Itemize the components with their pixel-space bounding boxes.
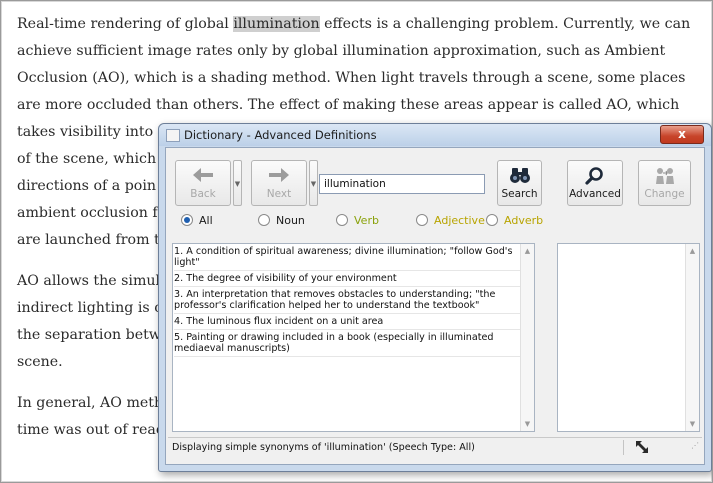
radio-label: All: [199, 214, 213, 227]
synonyms-scrollbar[interactable]: ▲ ▼: [685, 244, 699, 431]
arrow-right-icon: [252, 167, 306, 187]
scroll-up-icon[interactable]: ▲: [521, 247, 534, 255]
scroll-down-icon[interactable]: ▼: [521, 420, 534, 428]
text-span: effects is a challenging problem. Curren…: [319, 16, 691, 32]
highlighted-word[interactable]: illumination: [233, 16, 320, 32]
radio-unselected-icon: [416, 214, 428, 226]
close-button[interactable]: x: [660, 125, 704, 144]
radio-label: Adverb: [504, 214, 544, 227]
synonyms-panel[interactable]: ▲ ▼: [557, 243, 700, 432]
radio-unselected-icon: [486, 214, 498, 226]
change-label: Change: [644, 188, 685, 200]
radio-label: Verb: [354, 214, 379, 227]
radio-unselected-icon: [336, 214, 348, 226]
window-title: Dictionary - Advanced Definitions: [184, 128, 377, 142]
advanced-button[interactable]: Advanced: [567, 160, 623, 206]
advanced-label: Advanced: [569, 188, 621, 200]
list-item[interactable]: 5. Painting or drawing included in a boo…: [174, 332, 520, 357]
text-span: Real-time rendering of global: [17, 16, 234, 32]
scroll-down-icon[interactable]: ▼: [686, 420, 699, 428]
search-input[interactable]: [319, 174, 485, 194]
title-bar[interactable]: Dictionary - Advanced Definitions x: [159, 124, 711, 146]
radio-selected-icon: [181, 214, 193, 226]
next-label: Next: [266, 188, 292, 200]
list-item[interactable]: 4. The luminous flux incident on a unit …: [174, 316, 520, 330]
list-item[interactable]: 2. The degree of visibility of your envi…: [174, 273, 520, 287]
next-button[interactable]: Next: [251, 160, 307, 206]
status-bar: Displaying simple synonyms of 'illuminat…: [168, 437, 702, 457]
definitions-list[interactable]: 1. A condition of spiritual awareness; d…: [172, 243, 535, 432]
status-divider: [623, 440, 624, 455]
back-history-dropdown[interactable]: ▼: [233, 160, 242, 206]
swap-people-icon: [639, 167, 690, 189]
next-history-dropdown[interactable]: ▼: [309, 160, 318, 206]
dictionary-app-icon: [166, 129, 180, 142]
radio-noun[interactable]: Noun: [258, 214, 305, 227]
search-label: Search: [501, 188, 538, 200]
text-line: Occlusion (AO), which is a shading metho…: [17, 70, 686, 86]
radio-all[interactable]: All: [181, 214, 213, 227]
list-item[interactable]: 1. A condition of spiritual awareness; d…: [174, 246, 520, 271]
radio-verb[interactable]: Verb: [336, 214, 379, 227]
radio-label: Noun: [276, 214, 305, 227]
radio-adjective[interactable]: Adjective: [416, 214, 485, 227]
dictionary-window: Dictionary - Advanced Definitions x Back…: [158, 123, 712, 472]
resize-arrow-icon[interactable]: [635, 440, 649, 460]
dialog-client-area: Back ▼ Next ▼ Search Adv: [165, 147, 705, 465]
text-line: achieve sufficient image rates only by g…: [17, 43, 666, 59]
change-button[interactable]: Change: [638, 160, 691, 206]
binoculars-icon: [498, 167, 541, 189]
resize-grip-icon[interactable]: ⋰: [691, 436, 699, 455]
text-line: are more occluded than others. The effec…: [17, 97, 680, 113]
scroll-up-icon[interactable]: ▲: [686, 247, 699, 255]
magnifier-icon: [568, 167, 622, 189]
search-button[interactable]: Search: [497, 160, 542, 206]
arrow-left-icon: [176, 167, 230, 187]
back-label: Back: [190, 188, 216, 200]
back-button[interactable]: Back: [175, 160, 231, 206]
text-line: Real-time rendering of global illuminati…: [17, 11, 707, 38]
definitions-scrollbar[interactable]: ▲ ▼: [520, 244, 534, 431]
document-frame: Real-time rendering of global illuminati…: [0, 0, 713, 483]
radio-unselected-icon: [258, 214, 270, 226]
list-item[interactable]: 3. An interpretation that removes obstac…: [174, 289, 520, 314]
radio-label: Adjective: [434, 214, 485, 227]
status-text: Displaying simple synonyms of 'illuminat…: [172, 442, 475, 453]
radio-adverb[interactable]: Adverb: [486, 214, 543, 227]
